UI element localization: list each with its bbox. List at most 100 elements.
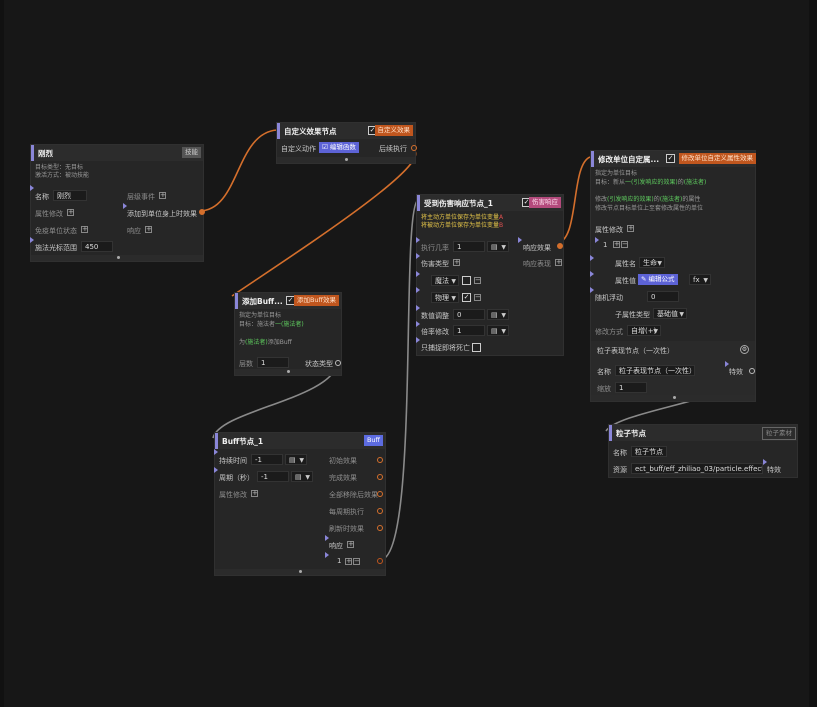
output-port[interactable] bbox=[411, 145, 417, 151]
node-modify-header[interactable]: 修改单位自定属... ✓ 修改单位自定义属性效果 bbox=[591, 151, 756, 167]
output-port[interactable] bbox=[377, 457, 383, 463]
attr-name-select[interactable]: 生命 ▼ bbox=[639, 257, 665, 268]
node-riling[interactable]: 刚烈 技能 目标类型：无目标 激活方式：被动技能 名称 刚烈 层级事件 + 属性… bbox=[30, 144, 205, 262]
input-port[interactable] bbox=[416, 253, 420, 259]
scale-input[interactable]: 1 bbox=[615, 382, 647, 393]
desc-text: 将被动方单位保存为单位变量 bbox=[421, 222, 500, 229]
period-type-select[interactable]: ▤ ▼ bbox=[291, 471, 313, 482]
add-response-button[interactable]: + bbox=[145, 226, 152, 233]
name-input[interactable]: 粒子节点 bbox=[631, 446, 667, 457]
input-port[interactable] bbox=[214, 467, 218, 473]
settings-icon[interactable]: ⚙ bbox=[740, 345, 749, 354]
rate-input[interactable]: 1 bbox=[453, 325, 485, 336]
output-port[interactable] bbox=[335, 360, 341, 366]
input-port[interactable] bbox=[416, 271, 420, 277]
add-prop-button[interactable]: + bbox=[67, 209, 74, 216]
node-custom-header[interactable]: 自定义效果节点 ✓ 自定义效果 bbox=[277, 123, 415, 139]
duration-type-select[interactable]: ▤ ▼ bbox=[285, 454, 307, 465]
add-item-button[interactable]: + bbox=[345, 558, 352, 565]
node-particle-once[interactable]: 粒子表现节点（一次性） ⚙ 名称 粒子表现节点（一次性） 特效 缩放 1 bbox=[591, 341, 755, 397]
node-addbuff-header[interactable]: 添加Buff... ✓ 添加Buff效果 bbox=[235, 293, 341, 309]
collapse-dot[interactable] bbox=[345, 158, 348, 161]
input-port[interactable] bbox=[214, 449, 218, 455]
input-port[interactable] bbox=[590, 287, 594, 293]
add-prop-button[interactable]: + bbox=[627, 225, 634, 232]
field-label: 子属性类型 bbox=[615, 311, 650, 319]
sub-type-select[interactable]: 基础值 ▼ bbox=[653, 308, 687, 319]
name-input[interactable]: 粒子表现节点（一次性） bbox=[615, 365, 695, 376]
damage-type-select[interactable]: 物理 ▼ bbox=[431, 292, 459, 303]
node-custom-effect[interactable]: 自定义效果节点 ✓ 自定义效果 自定义动作 ☑ 编辑函数 后续执行 bbox=[276, 122, 417, 164]
node-particle[interactable]: 粒子节点 粒子素材 名称 粒子节点 资源 ect_buff/eff_zhilia… bbox=[608, 424, 798, 478]
damage-type-select[interactable]: 魔法 ▼ bbox=[431, 275, 459, 286]
adjust-type-select[interactable]: ▤ ▼ bbox=[487, 309, 509, 320]
output-port[interactable] bbox=[377, 525, 383, 531]
node-buff-header[interactable]: Buff节点_1 Buff bbox=[215, 433, 385, 449]
add-response-show-button[interactable]: + bbox=[555, 259, 562, 266]
edit-formula-button[interactable]: ✎ 编辑公式 bbox=[638, 274, 678, 285]
node-graph-canvas[interactable]: 刚烈 技能 目标类型：无目标 激活方式：被动技能 名称 刚烈 层级事件 + 属性… bbox=[0, 0, 817, 707]
node-damage-header[interactable]: 受到伤害响应节点_1 ✓ 伤害响应 bbox=[417, 195, 563, 211]
node-buff[interactable]: Buff节点_1 Buff 持续时间 -1 ▤ ▼ 初始效果 周期（秒） -1 ▤… bbox=[214, 432, 386, 576]
range-input[interactable]: 450 bbox=[81, 241, 113, 252]
node-type-tag: 技能 bbox=[182, 147, 201, 158]
edit-function-button[interactable]: ☑ 编辑函数 bbox=[319, 142, 359, 153]
layers-input[interactable]: 1 bbox=[257, 357, 289, 368]
input-port[interactable] bbox=[416, 337, 420, 343]
input-port[interactable] bbox=[590, 271, 594, 277]
remove-item-button[interactable]: − bbox=[353, 558, 360, 565]
remove-item-button[interactable]: − bbox=[621, 241, 628, 248]
remove-item-button[interactable]: − bbox=[474, 294, 481, 301]
physical-checkbox[interactable]: ✓ bbox=[462, 293, 471, 302]
wire-custom-to-addbuff bbox=[231, 148, 417, 297]
enable-checkbox[interactable]: ✓ bbox=[666, 154, 675, 163]
prob-input[interactable]: 1 bbox=[453, 241, 485, 252]
collapse-dot[interactable] bbox=[673, 396, 676, 399]
input-port[interactable] bbox=[325, 552, 329, 558]
output-port[interactable] bbox=[377, 508, 383, 514]
node-particle-header[interactable]: 粒子节点 粒子素材 bbox=[609, 425, 797, 441]
output-port[interactable] bbox=[199, 209, 205, 215]
rate-type-select[interactable]: ▤ ▼ bbox=[487, 325, 509, 336]
input-port[interactable] bbox=[416, 305, 420, 311]
input-port[interactable] bbox=[416, 321, 420, 327]
input-port[interactable] bbox=[590, 255, 594, 261]
input-port[interactable] bbox=[416, 287, 420, 293]
input-port[interactable] bbox=[595, 237, 599, 243]
input-port[interactable] bbox=[30, 185, 34, 191]
remove-item-button[interactable]: − bbox=[474, 277, 481, 284]
node-riling-header[interactable]: 刚烈 技能 bbox=[31, 145, 203, 161]
output-port[interactable] bbox=[749, 368, 755, 374]
name-input[interactable]: 刚烈 bbox=[53, 190, 87, 201]
resource-input[interactable]: ect_buff/eff_zhiliao_03/particle.effect bbox=[631, 463, 763, 474]
output-port[interactable] bbox=[377, 474, 383, 480]
node-modify-unit[interactable]: 修改单位自定属... ✓ 修改单位自定义属性效果 指定为单位目标 目标：新从一(… bbox=[590, 150, 756, 402]
input-port[interactable] bbox=[416, 237, 420, 243]
collapse-dot[interactable] bbox=[299, 570, 302, 573]
add-response-button[interactable]: + bbox=[347, 541, 354, 548]
input-port[interactable] bbox=[30, 237, 34, 243]
add-item-button[interactable]: + bbox=[613, 241, 620, 248]
random-input[interactable]: 0 bbox=[647, 291, 679, 302]
output-port[interactable] bbox=[377, 491, 383, 497]
collapse-dot[interactable] bbox=[117, 256, 120, 259]
field-label: 名称 bbox=[597, 368, 611, 376]
collapse-dot[interactable] bbox=[287, 370, 290, 373]
adjust-input[interactable]: 0 bbox=[453, 309, 485, 320]
duration-input[interactable]: -1 bbox=[251, 454, 283, 465]
input-port[interactable] bbox=[518, 237, 522, 243]
mode-select[interactable]: 自增(+) ▼ bbox=[627, 325, 661, 336]
add-prop-button[interactable]: + bbox=[251, 490, 258, 497]
add-layer-event-button[interactable]: + bbox=[159, 192, 166, 199]
formula-type-select[interactable]: fx ▼ bbox=[689, 274, 711, 285]
add-damage-type-button[interactable]: + bbox=[453, 259, 460, 266]
output-port[interactable] bbox=[377, 558, 383, 564]
node-damage-response[interactable]: 受到伤害响应节点_1 ✓ 伤害响应 将主动方单位保存为单位变量A 将被动方单位保… bbox=[416, 194, 564, 356]
add-immune-button[interactable]: + bbox=[81, 226, 88, 233]
period-input[interactable]: -1 bbox=[257, 471, 289, 482]
magic-checkbox[interactable] bbox=[462, 276, 471, 285]
output-port[interactable] bbox=[557, 243, 563, 249]
capture-death-checkbox[interactable] bbox=[472, 343, 481, 352]
prob-type-select[interactable]: ▤ ▼ bbox=[487, 241, 509, 252]
node-add-buff[interactable]: 添加Buff... ✓ 添加Buff效果 指定为单位目标 目标：施法者一(施法者… bbox=[234, 292, 342, 376]
